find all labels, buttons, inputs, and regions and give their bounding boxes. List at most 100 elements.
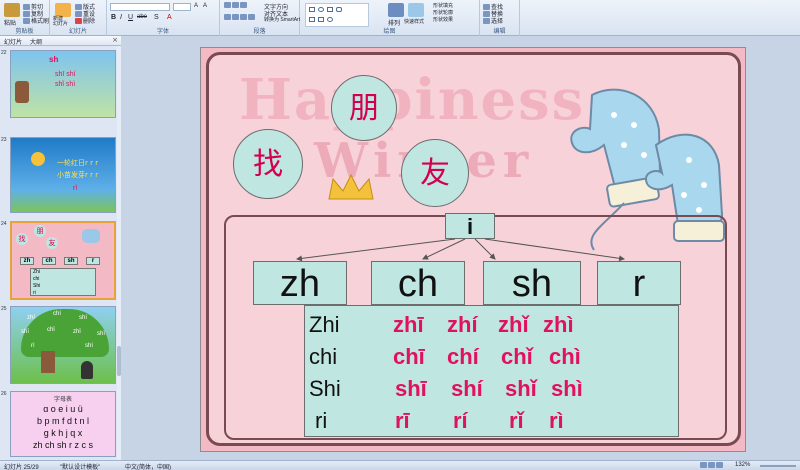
slide-count: 幻灯片 25/29 <box>4 465 39 470</box>
shape-fill-button[interactable]: 形状填充 <box>433 2 453 9</box>
syllable: chī <box>393 344 425 369</box>
line-shape-icon[interactable] <box>309 17 315 22</box>
syllable: rì <box>549 408 564 433</box>
syllable: rǐ <box>509 408 524 433</box>
drawing-group-title: 绘图 <box>383 29 396 35</box>
thumb-text: Shi <box>33 283 41 289</box>
font-color-button[interactable]: A <box>167 14 172 21</box>
slides-group-title: 幻灯片 <box>68 29 87 35</box>
initial-box-sh[interactable]: sh <box>483 261 581 305</box>
pinyin-table[interactable]: Zhi zhī zhí zhǐ zhì chi chī chí chǐ chì … <box>304 305 679 437</box>
align-right-icon <box>240 14 247 20</box>
bold-button[interactable]: B <box>111 14 116 21</box>
quick-styles-button[interactable]: 快速样式 <box>404 18 424 25</box>
slide-number: 23 <box>1 137 7 143</box>
slide-number: 24 <box>1 221 7 227</box>
sorter-view-icon[interactable] <box>708 462 715 468</box>
smartart-button[interactable]: 转换为 SmartArt <box>264 16 300 23</box>
align-center-icon <box>232 14 239 20</box>
current-slide[interactable]: Happiness Winter 找 朋 友 <box>200 47 746 452</box>
shrink-font-button[interactable]: A <box>203 3 207 9</box>
font-group: A A B I U abe S A 字体 <box>107 0 220 36</box>
rounded-rect-shape-icon[interactable] <box>336 7 342 12</box>
thumb-circle: 找 <box>16 233 28 245</box>
italic-button[interactable]: I <box>120 14 122 21</box>
thumb-circle: 友 <box>46 237 58 249</box>
font-name-select[interactable] <box>110 3 170 11</box>
thumb-box: zh <box>20 257 34 265</box>
align-buttons[interactable] <box>224 14 256 21</box>
paste-icon[interactable] <box>4 3 20 17</box>
figure-graphic <box>15 81 29 103</box>
slide-number: 26 <box>1 391 7 397</box>
shapes-gallery[interactable] <box>305 3 369 27</box>
slide-thumbnail[interactable]: 字母表 ɑ o e i u ü b p m f d t n l g k h j … <box>10 391 116 457</box>
new-slide-icon[interactable] <box>55 3 71 17</box>
trunk-graphic <box>41 351 55 373</box>
child-graphic <box>81 361 93 379</box>
slide-thumbnail-selected[interactable]: 找 朋 友 zh ch sh r Zhi chi Shi ri <box>10 221 116 300</box>
thumb-text: ɑ o e i u ü <box>43 404 83 414</box>
shape-effects-button[interactable]: 形状效果 <box>433 16 453 23</box>
initial-box-r[interactable]: r <box>597 261 681 305</box>
format-painter-button[interactable]: 格式刷 <box>23 16 49 25</box>
status-bar: 幻灯片 25/29 "默认设计模板" 中文(简体，中国) 132% <box>0 460 800 470</box>
slide-number: 22 <box>1 50 7 56</box>
syllable: chǐ <box>501 344 533 369</box>
slide-thumbnail[interactable]: zhí chí shí shī chǐ zhǐ shì rì shí <box>10 306 116 384</box>
format-painter-label: 格式刷 <box>31 19 50 25</box>
language[interactable]: 中文(简体，中国) <box>125 462 171 470</box>
paragraph-group: 文字方向 对齐文本 转换为 SmartArt 段落 <box>220 0 300 36</box>
apple-label: rì <box>31 343 35 349</box>
delete-button[interactable]: 删除 <box>75 16 95 25</box>
syllable: chì <box>549 344 581 369</box>
circle-shape-icon[interactable] <box>327 17 333 22</box>
thumb-box: r <box>86 257 100 265</box>
textbox-shape-icon[interactable] <box>327 7 333 12</box>
slides-pane: 幻灯片 大纲 × 22 sh shī shí shǐ shì 23 一轮红日r … <box>0 36 121 460</box>
thumb-text: 字母表 <box>53 396 72 403</box>
strikethrough-button[interactable]: abe <box>137 14 147 20</box>
bullets-button[interactable] <box>224 2 248 9</box>
editing-group-title: 编辑 <box>493 29 506 35</box>
tab-outline[interactable]: 大纲 <box>30 37 42 46</box>
apple-label: shí <box>85 343 94 349</box>
row-label: Shi <box>309 376 341 401</box>
slide-thumbnail[interactable]: 一轮红日r r r 小苗发芽r r r rì <box>10 137 116 213</box>
brush-icon <box>23 18 30 25</box>
apple-label: shí <box>79 315 88 321</box>
arrow-shape-icon[interactable] <box>318 17 324 22</box>
close-pane-icon[interactable]: × <box>112 36 118 44</box>
mitten-graphic <box>82 229 100 243</box>
initial-box-ch[interactable]: ch <box>371 261 465 305</box>
shape-outline-button[interactable]: 形状轮廓 <box>433 9 453 16</box>
rectangle-shape-icon[interactable] <box>309 7 315 12</box>
view-buttons[interactable] <box>700 462 724 469</box>
slide-thumbnail[interactable]: sh shī shí shǐ shì <box>10 50 116 118</box>
initial-box-zh[interactable]: zh <box>253 261 347 305</box>
quick-styles-icon[interactable] <box>408 3 424 17</box>
oval-shape-icon[interactable] <box>318 7 324 12</box>
theme-name[interactable]: "默认设计模板" <box>60 462 100 470</box>
slideshow-view-icon[interactable] <box>716 462 723 468</box>
normal-view-icon[interactable] <box>700 462 707 468</box>
thumb-table: Zhi chi Shi ri <box>30 268 96 296</box>
thumb-text: zh ch sh r z c s <box>32 440 94 450</box>
syllable: rí <box>453 408 468 433</box>
apple-label: shì <box>97 331 106 337</box>
slide-number: 25 <box>1 306 7 312</box>
zoom-level[interactable]: 132% <box>735 462 750 468</box>
underline-button[interactable]: U <box>128 14 133 21</box>
row-label: chi <box>309 344 338 369</box>
apple-label: shī <box>21 329 30 335</box>
select-button[interactable]: 选择 <box>483 16 503 25</box>
slide-canvas: Happiness Winter 找 朋 友 <box>121 36 800 460</box>
zoom-slider[interactable] <box>760 465 796 467</box>
shadow-button[interactable]: S <box>154 14 159 21</box>
arrange-icon[interactable] <box>388 3 404 17</box>
font-size-select[interactable] <box>173 3 191 11</box>
slide-frame: Happiness Winter 找 朋 友 <box>206 52 741 446</box>
delete-label: 删除 <box>83 19 96 25</box>
tab-slides[interactable]: 幻灯片 <box>4 37 22 46</box>
grow-font-button[interactable]: A <box>194 3 198 9</box>
